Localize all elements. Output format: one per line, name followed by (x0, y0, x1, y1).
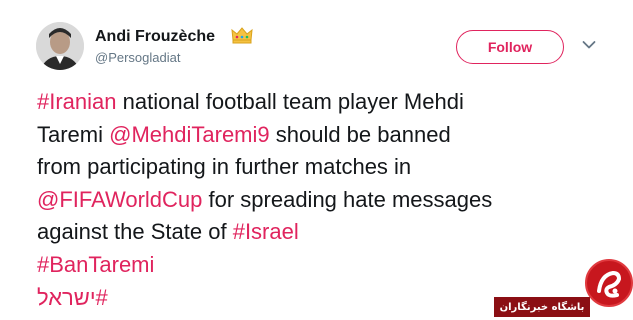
hashtag-link[interactable]: #ישראל (37, 285, 108, 310)
profile-photo-icon (36, 22, 84, 70)
tweet-text-segment: from participating in further matches in (37, 154, 412, 180)
watermark-label: باشگاه خبرنگاران (494, 297, 590, 317)
tweet-text-segment: national football team player Mehdi (116, 89, 464, 114)
tweet-text-segment: for spreading hate messages (202, 186, 493, 212)
crown-icon (231, 27, 253, 44)
tweet-text-segment: against the State of (37, 219, 233, 245)
chevron-down-icon[interactable] (582, 40, 596, 50)
tweet-text-segment: Taremi (37, 121, 110, 147)
avatar[interactable] (36, 22, 84, 70)
hashtag-link[interactable]: #Israel (233, 219, 299, 244)
mention-link[interactable]: @FIFAWorldCup (37, 187, 202, 212)
news-agency-logo-mark (597, 270, 622, 298)
display-name[interactable]: Andi Frouzèche (95, 28, 215, 46)
tweet-text-segment: should be banned (269, 121, 451, 147)
news-agency-logo-icon (585, 259, 633, 307)
mention-link[interactable]: @MehdiTaremi9 (109, 122, 270, 147)
hashtag-link[interactable]: #Iranian (37, 89, 117, 114)
follow-button[interactable]: Follow (456, 30, 564, 64)
hashtag-link[interactable]: #BanTaremi (37, 252, 154, 277)
tweet-line: against the State of #Israel (37, 216, 627, 249)
tweet-line: Taremi @MehdiTaremi9 should be banned (37, 119, 627, 152)
tweet-line: @FIFAWorldCup for spreading hate message… (37, 184, 627, 217)
tweet-line: from participating in further matches in (37, 151, 627, 184)
tweet-line: #Iranian national football team player M… (37, 86, 627, 119)
user-handle[interactable]: @Persogladiat (95, 50, 180, 65)
tweet-card: Andi Frouzèche @Persogladiat Follow #Ira… (0, 0, 633, 320)
